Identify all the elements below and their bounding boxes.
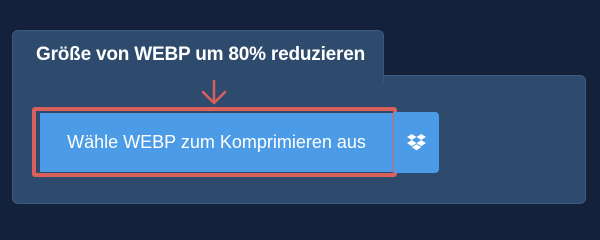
panel-tab-joint — [13, 74, 383, 78]
arrow-down-icon — [201, 80, 227, 105]
dropbox-icon — [407, 134, 426, 151]
dropbox-button[interactable] — [394, 112, 439, 173]
select-webp-button[interactable]: Wähle WEBP zum Komprimieren aus — [40, 113, 393, 172]
page-title: Größe von WEBP um 80% reduzieren — [36, 44, 365, 65]
